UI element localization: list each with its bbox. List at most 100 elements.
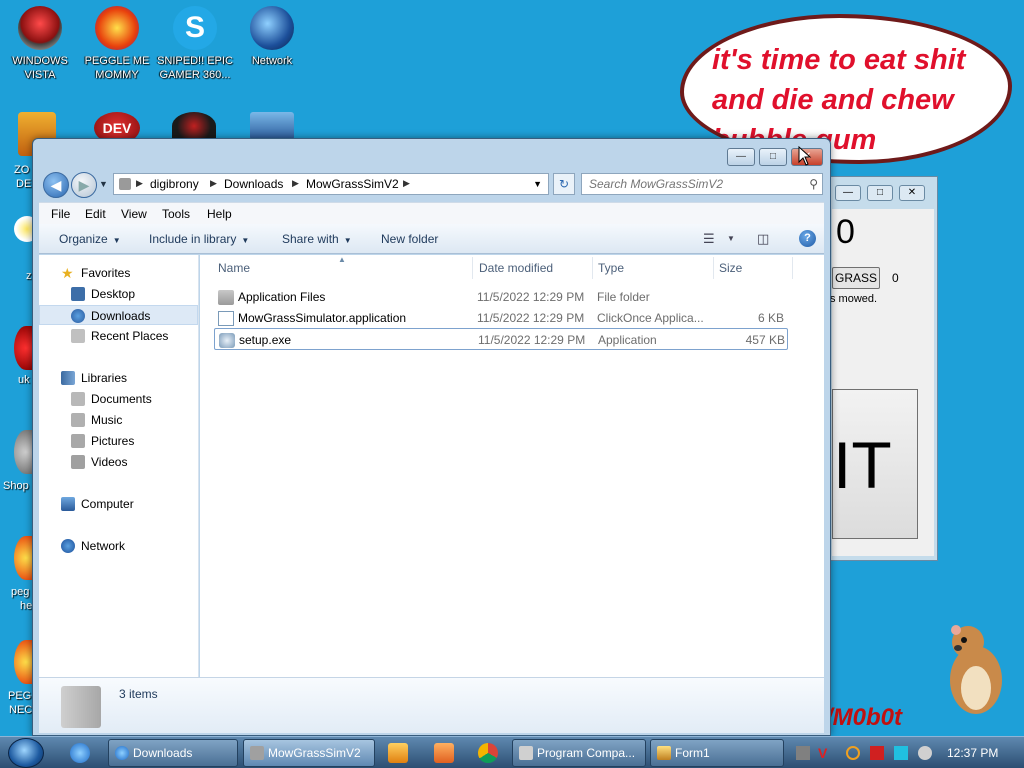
partial-label: ZO: [14, 164, 30, 176]
column-divider[interactable]: [792, 257, 793, 279]
media-player-icon[interactable]: [388, 743, 408, 763]
breadcrumb-separator-icon[interactable]: ▶: [136, 178, 143, 189]
share-with-button[interactable]: Share with ▼: [282, 232, 352, 246]
exit-button[interactable]: IT: [832, 389, 918, 539]
column-divider[interactable]: [713, 257, 714, 279]
desktop-icon-sniped[interactable]: S SNIPED!! EPIC GAMER 360...: [155, 6, 235, 82]
change-view-icon[interactable]: ☰: [703, 231, 715, 247]
search-box[interactable]: ⚲: [581, 173, 823, 195]
file-row[interactable]: MowGrassSimulator.application 11/5/2022 …: [214, 307, 788, 329]
taskbar-item-downloads[interactable]: Downloads: [108, 739, 238, 767]
address-bar[interactable]: ▶ digibrony ▶ Downloads ▶ MowGrassSimV2 …: [113, 173, 549, 195]
organize-button[interactable]: Organize ▼: [59, 232, 121, 246]
taskbar-item-form1[interactable]: Form1: [650, 739, 784, 767]
desktop-icon-peggle[interactable]: PEGGLE ME MOMMY: [77, 6, 157, 82]
chrome-icon[interactable]: [478, 743, 498, 763]
nav-videos[interactable]: Videos: [39, 452, 198, 472]
help-icon[interactable]: ?: [799, 230, 816, 247]
search-input[interactable]: [582, 174, 797, 194]
breadcrumb-separator-icon[interactable]: ▶: [210, 178, 217, 189]
computer-icon: [61, 497, 75, 511]
address-dropdown-icon[interactable]: ▼: [533, 179, 542, 189]
include-in-library-button[interactable]: Include in library ▼: [149, 232, 249, 246]
start-button[interactable]: [8, 738, 44, 768]
taskbar-clock[interactable]: 12:37 PM: [947, 746, 998, 760]
partial-label: he: [20, 600, 33, 612]
maximize-button[interactable]: □: [867, 185, 893, 201]
taskbar-item-program-compatibility[interactable]: Program Compa...: [512, 739, 646, 767]
music-icon: [71, 413, 85, 427]
menu-help[interactable]: Help: [207, 207, 232, 221]
search-icon[interactable]: ⚲: [809, 177, 818, 191]
nav-network[interactable]: Network: [39, 536, 198, 556]
nav-libraries[interactable]: Libraries: [39, 368, 198, 388]
tray-flag-icon[interactable]: [870, 746, 884, 760]
nav-music[interactable]: Music: [39, 410, 198, 430]
desktop-icon-window-app[interactable]: [250, 112, 294, 140]
column-divider[interactable]: [592, 257, 593, 279]
column-divider[interactable]: [472, 257, 473, 279]
menu-view[interactable]: View: [121, 207, 147, 221]
column-header-date-modified[interactable]: Date modified: [479, 261, 553, 275]
skype-icon: S: [173, 6, 217, 50]
tray-monitor-icon[interactable]: [894, 746, 908, 760]
breadcrumb-separator-icon[interactable]: ▶: [403, 178, 410, 189]
close-button[interactable]: ✕: [899, 185, 925, 201]
nav-computer[interactable]: Computer: [39, 494, 198, 514]
breadcrumb-mowgrasssimv2[interactable]: MowGrassSimV2: [306, 177, 399, 191]
column-header-type[interactable]: Type: [598, 261, 624, 275]
nav-desktop[interactable]: Desktop: [39, 284, 198, 304]
recent-pages-dropdown-icon[interactable]: ▼: [99, 179, 108, 189]
new-folder-button[interactable]: New folder: [381, 232, 438, 246]
setup-exe-icon: [219, 333, 235, 348]
form1-big-number: 0: [836, 213, 855, 251]
nav-downloads[interactable]: Downloads: [39, 305, 198, 325]
tray-v-icon[interactable]: V: [818, 746, 832, 760]
refresh-button[interactable]: ↻: [553, 173, 575, 195]
mow-grass-button[interactable]: GRASS: [832, 267, 880, 289]
preview-pane-icon[interactable]: ◫: [757, 231, 769, 247]
form-window-icon: [657, 746, 671, 760]
internet-explorer-icon[interactable]: [70, 743, 90, 763]
menu-tools[interactable]: Tools: [162, 207, 190, 221]
tray-app-icon[interactable]: [796, 746, 810, 760]
maximize-button[interactable]: □: [759, 148, 787, 166]
folder-icon: [218, 290, 234, 305]
nav-label: Pictures: [91, 434, 135, 448]
paint-icon[interactable]: [434, 743, 454, 763]
mowed-label: s mowed.: [830, 293, 878, 305]
breadcrumb-downloads[interactable]: Downloads: [224, 177, 283, 191]
nav-documents[interactable]: Documents: [39, 389, 198, 409]
breadcrumb-digibrony[interactable]: digibrony: [150, 177, 199, 191]
taskbar-item-mowgrasssimv2[interactable]: MowGrassSimV2: [243, 739, 375, 767]
tray-search-icon[interactable]: [846, 746, 860, 760]
desktop-icon-dark-app[interactable]: [172, 112, 216, 140]
nav-pictures[interactable]: Pictures: [39, 431, 198, 451]
forward-button[interactable]: ▶: [71, 172, 97, 198]
back-button[interactable]: ◀: [43, 172, 69, 198]
explorer-window[interactable]: — □ ✕ ◀ ▶ ▼ ▶ digibrony ▶ Downloads ▶ Mo…: [32, 138, 831, 736]
desktop-icon-network[interactable]: Network: [232, 6, 312, 68]
breadcrumb-separator-icon[interactable]: ▶: [292, 178, 299, 189]
form1-window[interactable]: — □ ✕ 0 GRASS 0 s mowed. IT: [826, 176, 938, 561]
column-header-name[interactable]: Name: [218, 261, 250, 275]
minimize-button[interactable]: —: [835, 185, 861, 201]
view-options-dropdown-icon[interactable]: ▼: [727, 234, 735, 243]
tray-volume-icon[interactable]: [918, 746, 932, 760]
desktop-icon-windows-vista[interactable]: WINDOWS VISTA: [0, 6, 80, 82]
file-name: MowGrassSimulator.application: [238, 311, 407, 325]
nav-favorites[interactable]: ★ Favorites: [39, 263, 198, 283]
mouse-cursor-icon: [798, 146, 812, 166]
column-header-size[interactable]: Size: [719, 261, 742, 275]
menu-file[interactable]: File: [51, 207, 70, 221]
nav-label: Favorites: [81, 266, 131, 280]
file-row[interactable]: Application Files 11/5/2022 12:29 PM Fil…: [214, 286, 788, 308]
nav-recent-places[interactable]: Recent Places: [39, 326, 198, 346]
folder-preview-icon: [61, 686, 101, 728]
chevron-down-icon: ▼: [343, 236, 352, 245]
menu-edit[interactable]: Edit: [85, 207, 106, 221]
minimize-button[interactable]: —: [727, 148, 755, 166]
file-row[interactable]: setup.exe 11/5/2022 12:29 PM Application…: [214, 328, 788, 350]
documents-icon: [71, 392, 85, 406]
exit-button-label: IT: [833, 428, 892, 502]
